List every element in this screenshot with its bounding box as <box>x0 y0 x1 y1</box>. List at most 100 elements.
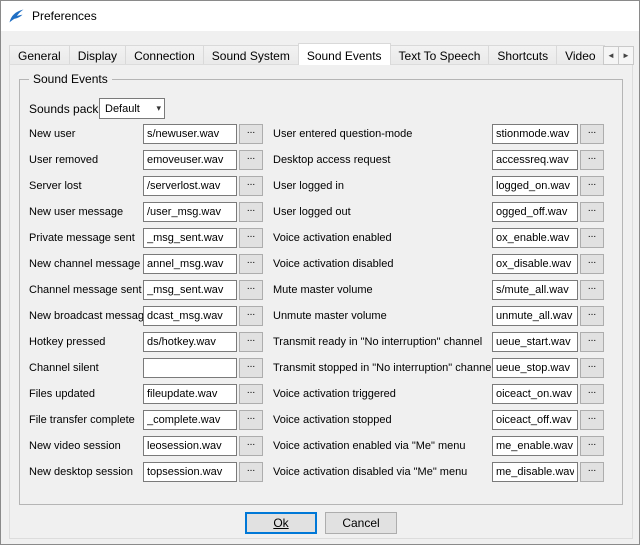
sounds-pack-value: Default <box>105 103 140 115</box>
browse-button[interactable]: ... <box>239 176 263 196</box>
app-icon <box>8 8 25 25</box>
browse-button[interactable]: ... <box>239 436 263 456</box>
sound-file-input[interactable] <box>143 124 237 144</box>
sound-file-input[interactable] <box>492 202 578 222</box>
sound-file-input[interactable] <box>143 384 237 404</box>
browse-button[interactable]: ... <box>239 124 263 144</box>
browse-button[interactable]: ... <box>239 332 263 352</box>
sound-file-input[interactable] <box>143 228 237 248</box>
sound-event-row: Transmit stopped in "No interruption" ch… <box>273 358 606 378</box>
browse-button[interactable]: ... <box>580 332 604 352</box>
tab-video[interactable]: Video <box>556 45 604 65</box>
browse-button[interactable]: ... <box>580 124 604 144</box>
browse-button[interactable]: ... <box>580 410 604 430</box>
event-label: Transmit ready in "No interruption" chan… <box>273 336 492 348</box>
sound-file-input[interactable] <box>492 150 578 170</box>
sound-event-row: New channel message ... <box>29 254 265 274</box>
browse-button[interactable]: ... <box>239 150 263 170</box>
sound-event-row: User logged out ... <box>273 202 606 222</box>
sound-event-row: Private message sent ... <box>29 228 265 248</box>
browse-button[interactable]: ... <box>580 150 604 170</box>
sound-file-input[interactable] <box>143 462 237 482</box>
event-label: User logged out <box>273 206 492 218</box>
sound-file-input[interactable] <box>143 436 237 456</box>
browse-button[interactable]: ... <box>580 462 604 482</box>
event-label: Server lost <box>29 180 143 192</box>
sound-file-input[interactable] <box>492 462 578 482</box>
browse-button[interactable]: ... <box>239 462 263 482</box>
sound-file-input[interactable] <box>492 306 578 326</box>
sound-event-row: Unmute master volume ... <box>273 306 606 326</box>
cancel-button[interactable]: Cancel <box>325 512 397 534</box>
browse-button[interactable]: ... <box>580 306 604 326</box>
sound-file-input[interactable] <box>492 228 578 248</box>
sound-file-input[interactable] <box>492 176 578 196</box>
sound-file-input[interactable] <box>492 280 578 300</box>
browse-button[interactable]: ... <box>580 176 604 196</box>
sound-file-input[interactable] <box>492 332 578 352</box>
tab-scroll-right-button[interactable]: ► <box>618 46 634 65</box>
sound-file-input[interactable] <box>143 150 237 170</box>
groupbox-title: Sound Events <box>29 72 112 86</box>
right-events-column: User entered question-mode ... Desktop a… <box>273 124 606 482</box>
tab-scroll-control: ◄ ► <box>604 46 634 65</box>
sound-file-input[interactable] <box>143 254 237 274</box>
sound-file-input[interactable] <box>492 254 578 274</box>
tab-connection[interactable]: Connection <box>125 45 204 65</box>
sound-file-input[interactable] <box>143 410 237 430</box>
browse-button[interactable]: ... <box>580 436 604 456</box>
tab-sound-system[interactable]: Sound System <box>203 45 299 65</box>
tab-text-to-speech[interactable]: Text To Speech <box>390 45 490 65</box>
browse-button[interactable]: ... <box>580 254 604 274</box>
browse-button[interactable]: ... <box>239 384 263 404</box>
window-title: Preferences <box>32 9 97 23</box>
tab-sound-events[interactable]: Sound Events <box>298 43 391 65</box>
tab-general[interactable]: General <box>9 45 70 65</box>
browse-button[interactable]: ... <box>580 358 604 378</box>
sounds-pack-select[interactable]: Default ▾ <box>99 98 165 119</box>
left-events-column: New user ... User removed ... Server los… <box>29 124 265 482</box>
browse-button[interactable]: ... <box>239 254 263 274</box>
browse-button[interactable]: ... <box>580 202 604 222</box>
event-label: User logged in <box>273 180 492 192</box>
sound-event-row: Desktop access request ... <box>273 150 606 170</box>
ok-button[interactable]: Ok <box>245 512 317 534</box>
sound-file-input[interactable] <box>143 358 237 378</box>
browse-button[interactable]: ... <box>239 358 263 378</box>
sound-file-input[interactable] <box>143 306 237 326</box>
browse-button[interactable]: ... <box>239 410 263 430</box>
sound-file-input[interactable] <box>492 358 578 378</box>
sound-file-input[interactable] <box>143 202 237 222</box>
sound-event-row: New broadcast message ... <box>29 306 265 326</box>
event-label: Voice activation disabled via "Me" menu <box>273 466 492 478</box>
sound-event-row: New video session ... <box>29 436 265 456</box>
sound-file-input[interactable] <box>143 176 237 196</box>
sounds-pack-row: Sounds pack Default ▾ <box>29 98 165 119</box>
sound-file-input[interactable] <box>492 410 578 430</box>
tab-display[interactable]: Display <box>69 45 126 65</box>
browse-button[interactable]: ... <box>239 228 263 248</box>
browse-button[interactable]: ... <box>239 306 263 326</box>
browse-button[interactable]: ... <box>580 384 604 404</box>
browse-button[interactable]: ... <box>239 280 263 300</box>
title-bar[interactable]: Preferences <box>1 1 639 31</box>
event-label: Hotkey pressed <box>29 336 143 348</box>
browse-button[interactable]: ... <box>239 202 263 222</box>
sounds-pack-label: Sounds pack <box>29 102 99 116</box>
tab-shortcuts[interactable]: Shortcuts <box>488 45 557 65</box>
chevron-down-icon: ▾ <box>156 103 161 114</box>
tab-bar: GeneralDisplayConnectionSound SystemSoun… <box>9 43 613 65</box>
sound-event-row: Server lost ... <box>29 176 265 196</box>
tab-scroll-left-button[interactable]: ◄ <box>603 46 619 65</box>
sound-file-input[interactable] <box>492 124 578 144</box>
event-label: New video session <box>29 440 143 452</box>
event-label: Voice activation enabled via "Me" menu <box>273 440 492 452</box>
event-label: Voice activation triggered <box>273 388 492 400</box>
sound-file-input[interactable] <box>492 384 578 404</box>
sound-file-input[interactable] <box>492 436 578 456</box>
browse-button[interactable]: ... <box>580 280 604 300</box>
event-label: Voice activation disabled <box>273 258 492 270</box>
sound-file-input[interactable] <box>143 280 237 300</box>
sound-file-input[interactable] <box>143 332 237 352</box>
browse-button[interactable]: ... <box>580 228 604 248</box>
